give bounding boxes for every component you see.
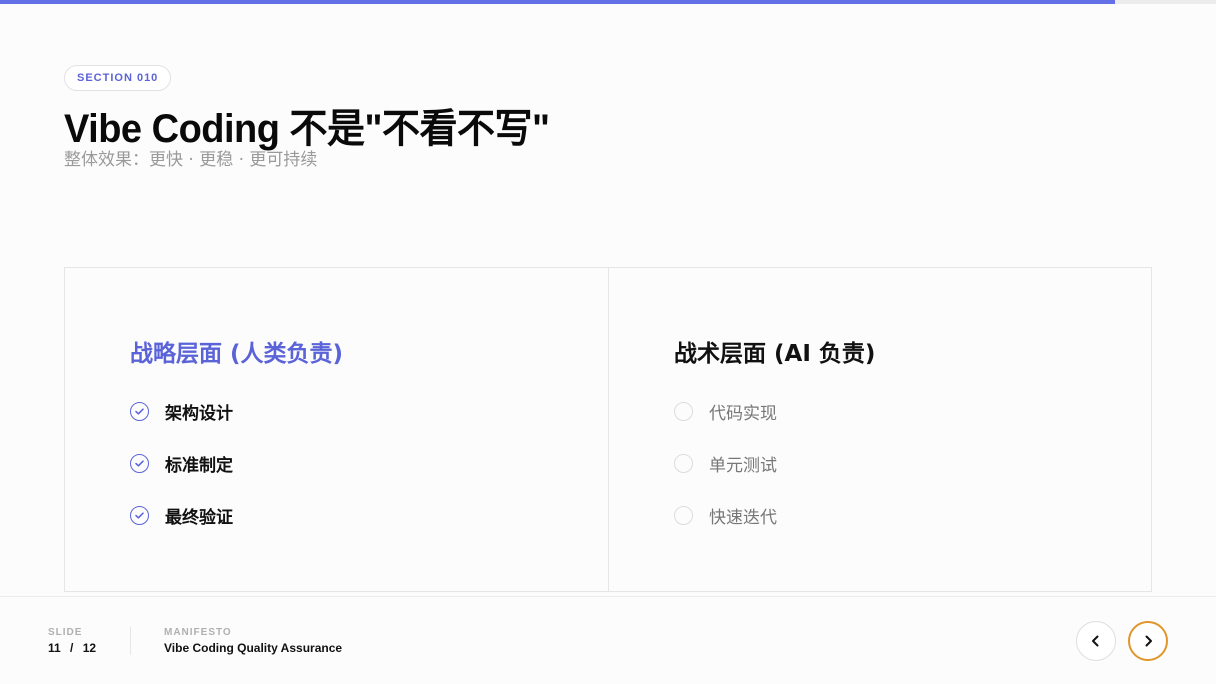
slide-caption: SLIDE [48, 627, 83, 638]
tactics-heading: 战术层面 (AI 负责) [674, 341, 876, 367]
tactics-column: 战术层面 (AI 负责) 代码实现 单元测试 快速迭代 [608, 268, 1151, 591]
list-item-label: 快速迭代 [709, 507, 777, 528]
deck-title: Vibe Coding Quality Assurance [164, 641, 343, 655]
previous-slide-button[interactable] [1076, 621, 1116, 661]
empty-circle-icon [674, 505, 693, 525]
deck-caption: MANIFESTO [164, 627, 232, 638]
empty-circle-icon [674, 401, 693, 421]
list-item-label: 代码实现 [709, 403, 777, 424]
list-item-label: 最终验证 [165, 507, 233, 528]
slide-counter: SLIDE 11 / 12 [48, 627, 96, 655]
slide-number: 11 / 12 [48, 641, 96, 655]
progress-fill [0, 0, 1115, 4]
deck-info: MANIFESTO Vibe Coding Quality Assurance [164, 627, 342, 655]
check-circle-icon [130, 401, 149, 421]
slide-separator: / [70, 641, 74, 655]
list-item: 单元测试 [674, 452, 777, 476]
slide-current: 11 [48, 641, 61, 655]
page-subtitle: 整体效果：更快 · 更稳 · 更可持续 [64, 150, 318, 170]
list-item: 快速迭代 [674, 504, 777, 528]
list-item: 架构设计 [130, 400, 233, 424]
check-circle-icon [130, 505, 149, 525]
check-circle-icon [130, 453, 149, 473]
strategy-column: 战略层面 (人类负责) 架构设计 标准制定 最终验证 [65, 268, 608, 591]
list-item: 最终验证 [130, 504, 233, 528]
section-badge: SECTION 010 [64, 65, 172, 91]
chevron-right-icon [1145, 635, 1152, 647]
chevron-left-icon [1092, 635, 1099, 647]
list-item-label: 架构设计 [165, 403, 233, 424]
progress-bar [0, 0, 1216, 4]
list-item-label: 标准制定 [165, 455, 233, 476]
footer-bar: SLIDE 11 / 12 MANIFESTO Vibe Coding Qual… [0, 596, 1216, 684]
empty-circle-icon [674, 453, 693, 473]
list-item: 代码实现 [674, 400, 777, 424]
comparison-panel: 战略层面 (人类负责) 架构设计 标准制定 最终验证 战术层面 (AI 负责) … [64, 267, 1152, 592]
footer-divider [130, 627, 131, 655]
strategy-heading: 战略层面 (人类负责) [130, 341, 344, 367]
slide-total: 12 [82, 641, 97, 655]
next-slide-button[interactable] [1128, 621, 1168, 661]
list-item: 标准制定 [130, 452, 233, 476]
list-item-label: 单元测试 [709, 455, 777, 476]
